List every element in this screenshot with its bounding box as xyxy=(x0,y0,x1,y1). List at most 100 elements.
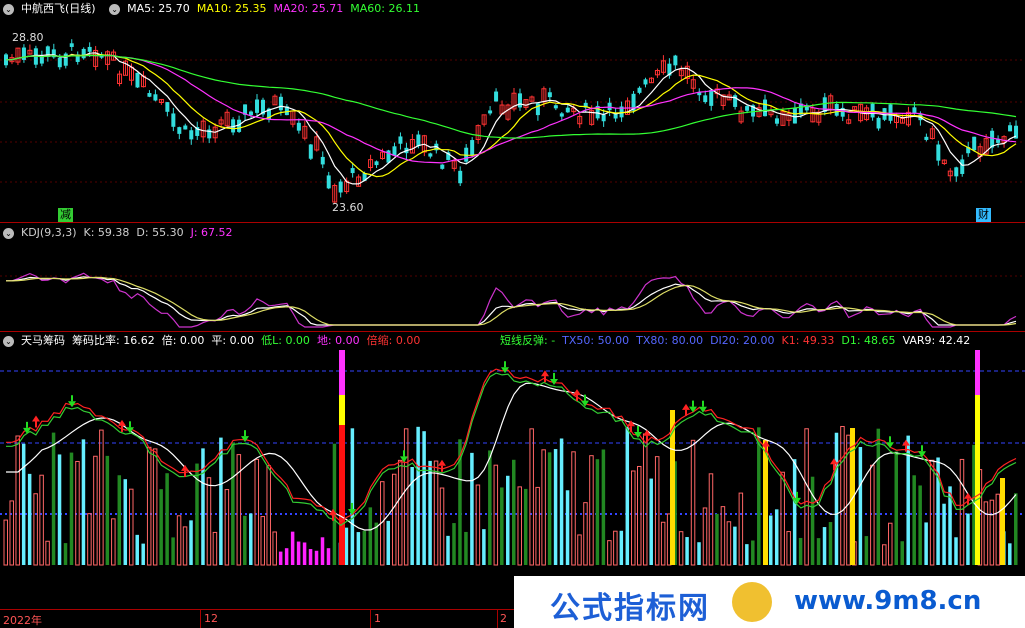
chip-bar xyxy=(726,521,732,566)
chip-bar xyxy=(9,500,14,566)
chip-bar xyxy=(176,515,182,566)
chip-bar xyxy=(954,537,958,565)
settings-icon[interactable]: ⌄ xyxy=(109,3,121,15)
collapse-icon[interactable]: ⌄ xyxy=(3,227,14,239)
chip-bar xyxy=(446,535,450,565)
chip-bar xyxy=(840,425,845,566)
candle-body xyxy=(745,106,750,111)
candle-body xyxy=(183,125,188,130)
chip-bar xyxy=(422,431,426,565)
chip-bar xyxy=(224,489,230,566)
chip-bar xyxy=(344,527,349,565)
chip-bar xyxy=(601,449,606,565)
chip-bar xyxy=(792,459,797,565)
chip-bar xyxy=(649,478,653,565)
chip-bar xyxy=(87,513,92,566)
chip-bar xyxy=(900,541,904,565)
chip-bar xyxy=(212,531,218,566)
chip-bar xyxy=(745,544,749,565)
chip-ping: 平: 0.00 xyxy=(211,334,255,347)
chip-bar xyxy=(553,449,558,565)
candle-body xyxy=(63,53,68,66)
chip-bar xyxy=(720,506,726,566)
chip-bar xyxy=(493,464,499,566)
candle-body xyxy=(488,110,493,114)
chip-bar xyxy=(129,488,134,566)
candle-body xyxy=(165,102,170,112)
chip-bar xyxy=(326,548,331,565)
candle-body xyxy=(350,168,355,174)
chip-bar xyxy=(595,459,600,565)
chart-canvas[interactable] xyxy=(0,0,1025,628)
chip-bar xyxy=(506,475,510,565)
chip-bar xyxy=(619,530,624,565)
candlesticks xyxy=(4,39,1019,205)
chip-bar xyxy=(117,475,122,565)
chip-bar xyxy=(475,484,481,566)
candle-body xyxy=(177,127,182,134)
candle-body xyxy=(607,102,612,111)
candle-body xyxy=(398,136,403,144)
chip-bar xyxy=(876,428,881,565)
candle-body xyxy=(69,43,74,47)
chip-white-line xyxy=(6,382,1017,531)
chip-bar xyxy=(870,464,875,566)
var9-value: VAR9: 42.42 xyxy=(902,334,971,347)
chip-bar xyxy=(816,538,821,565)
chip-bar xyxy=(201,448,205,565)
collapse-icon[interactable]: ⌄ xyxy=(3,335,14,347)
d1-value: D1: 48.65 xyxy=(841,334,896,347)
chip-bar xyxy=(243,515,247,565)
chip-bar xyxy=(535,486,540,566)
chip-bar xyxy=(464,531,468,565)
candle-body xyxy=(374,161,379,166)
candle-body xyxy=(703,95,708,103)
chip-bar xyxy=(715,513,719,565)
collapse-icon[interactable]: ⌄ xyxy=(3,3,14,15)
chip-bar xyxy=(983,501,989,566)
candle-body xyxy=(960,159,965,174)
up-arrow-icon xyxy=(181,464,189,471)
chip-bar xyxy=(21,443,26,565)
candle-body xyxy=(320,156,325,165)
yellow-bar xyxy=(1000,478,1005,565)
candle-body xyxy=(458,170,463,184)
chip-bar xyxy=(774,509,779,565)
chip-bar xyxy=(559,438,564,565)
watermark-url: www.9m8.cn xyxy=(794,586,982,616)
kdj-d-value: D: 55.30 xyxy=(136,226,184,239)
chip-bar xyxy=(15,435,20,566)
candle-body xyxy=(876,117,881,129)
chip-bar xyxy=(500,487,504,565)
chip-bar xyxy=(356,532,361,565)
chip-bar xyxy=(33,493,38,566)
candle-body xyxy=(565,107,570,113)
time-label-year: 2022年 xyxy=(3,614,42,627)
chip-bar xyxy=(290,531,295,565)
chip-bar xyxy=(266,465,271,566)
up-arrow-icon xyxy=(438,459,446,466)
chip-bar xyxy=(189,520,193,565)
chip-name: 天马筹码 xyxy=(21,334,65,347)
chip-bar xyxy=(105,455,110,565)
kdj-d-line xyxy=(6,276,1017,326)
candle-body xyxy=(249,111,254,116)
reduce-marker: 减 xyxy=(58,208,73,222)
chip-bar xyxy=(822,527,827,565)
chip-red-line xyxy=(6,368,1017,523)
chip-bar xyxy=(733,526,737,565)
candle-body xyxy=(936,144,941,161)
chip-bar xyxy=(171,537,175,565)
spike-bar-top xyxy=(339,350,345,395)
chip-bar xyxy=(989,499,995,566)
chip-bar xyxy=(123,479,128,565)
candle-body xyxy=(296,122,301,131)
time-label-feb: 2 xyxy=(500,612,507,625)
candle-body xyxy=(440,164,445,169)
candle-body xyxy=(278,96,283,111)
chip-bar xyxy=(51,432,56,565)
coin-icon xyxy=(732,582,772,622)
chip-bar xyxy=(751,540,755,565)
chip-bar xyxy=(942,503,946,565)
chip-bar xyxy=(249,513,253,565)
